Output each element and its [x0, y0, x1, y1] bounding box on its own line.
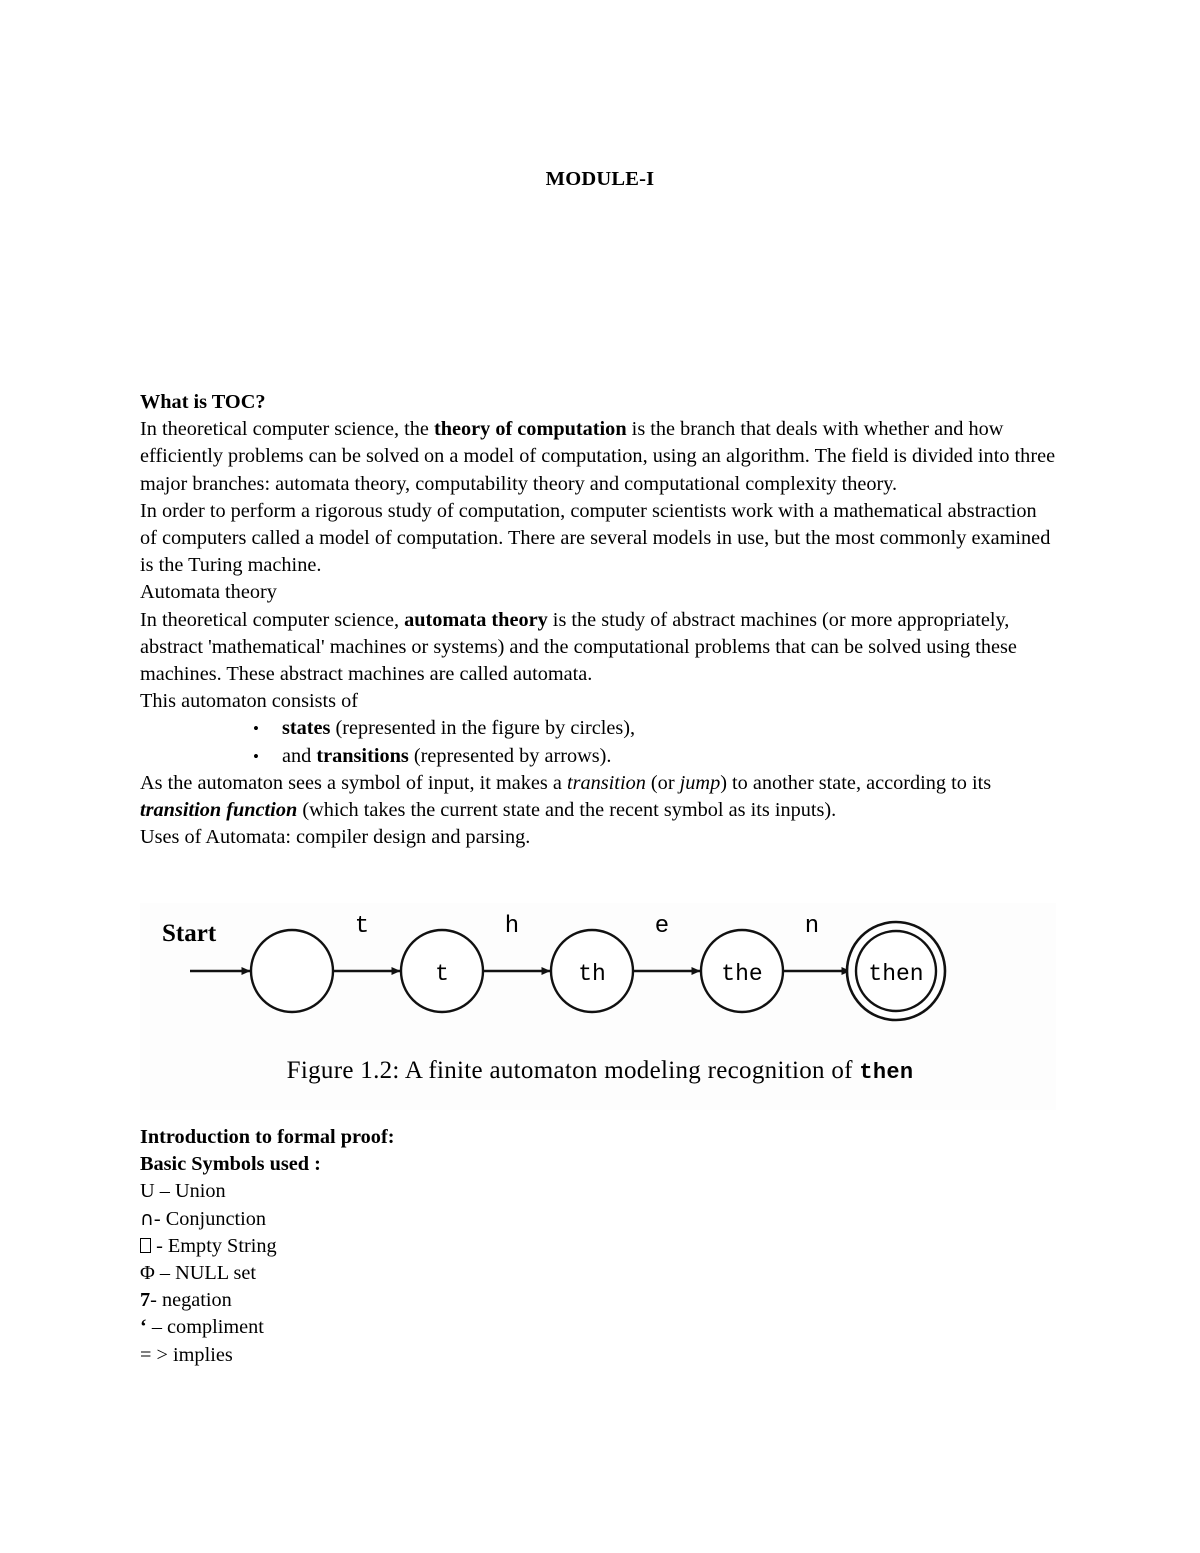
para3-bold-term: automata theory	[404, 608, 548, 631]
bullet-icon: •	[253, 719, 259, 739]
symbol-row-compliment: ‘ – compliment	[140, 1314, 840, 1341]
symbol-glyph-null-set: Φ	[140, 1262, 155, 1285]
automaton-parts-list: • states (represented in the figure by ci…	[140, 715, 1058, 769]
list-item: • and transitions (represented by arrows)…	[140, 743, 1058, 770]
trans-text-c: ) to another state, according to its	[720, 771, 992, 794]
symbol-row-null-set: Φ – NULL set	[140, 1260, 840, 1287]
figure-caption-text: Figure 1.2: A finite automaton modeling …	[286, 1057, 860, 1084]
paragraph-theory-of-computation: In theoretical computer science, the the…	[140, 416, 1058, 498]
heading-what-is-toc: What is TOC?	[140, 389, 1058, 416]
figure-caption: Figure 1.2: A finite automaton modeling …	[0, 1057, 1200, 1085]
paragraph-rigorous-study: In order to perform a rigorous study of …	[140, 499, 1051, 577]
trans-bolditalic-term: transition function	[140, 799, 298, 822]
start-label: Start	[162, 920, 217, 947]
figure-caption-word: then	[859, 1060, 914, 1085]
symbol-glyph-conjunction: ∩	[140, 1207, 154, 1230]
subheading-automata-theory: Automata theory	[140, 581, 277, 604]
symbol-row-implies: = > implies	[140, 1342, 840, 1369]
formal-proof-block: Introduction to formal proof: Basic Symb…	[140, 1124, 840, 1369]
trans-text-d: (which takes the current state and the r…	[297, 799, 837, 822]
state-label-3: the	[721, 961, 762, 987]
symbol-row-union: U – Union	[140, 1178, 840, 1205]
heading-basic-symbols: Basic Symbols used :	[140, 1153, 321, 1176]
bullet-icon: •	[253, 746, 259, 766]
state-label-4: then	[868, 961, 923, 987]
trans-italic-transition: transition	[566, 771, 646, 794]
bullet-1-bold: states	[282, 717, 331, 740]
state-circle-0	[249, 928, 335, 1014]
para1-text-a: In theoretical computer science, the	[140, 418, 434, 441]
transition-label-0: t	[355, 913, 369, 940]
trans-text-a: As the automaton sees a symbol of input,…	[140, 771, 567, 794]
bullet-2-rest: (represented by arrows).	[408, 744, 612, 767]
symbol-text-union: – Union	[154, 1180, 226, 1203]
list-item: • states (represented in the figure by ci…	[140, 715, 1058, 742]
symbol-text-conjunction: - Conjunction	[153, 1207, 267, 1230]
paragraph-consists-of: This automaton consists of	[140, 690, 359, 713]
transition-label-1: h	[505, 913, 519, 940]
state-label-2: th	[578, 961, 606, 987]
bullet-2-bold: transitions	[316, 744, 409, 767]
paragraph-uses-of-automata: Uses of Automata: compiler design and pa…	[140, 826, 531, 849]
transition-label-3: n	[805, 913, 819, 940]
symbol-row-conjunction: ∩- Conjunction	[140, 1206, 840, 1233]
trans-text-b: (or	[645, 771, 680, 794]
transition-label-2: e	[655, 913, 669, 940]
symbol-glyph-union: U	[140, 1180, 155, 1203]
para3-text-a: In theoretical computer science,	[140, 608, 405, 631]
symbol-text-implies: implies	[167, 1343, 233, 1366]
heading-formal-proof: Introduction to formal proof:	[140, 1126, 395, 1148]
symbol-glyph-missing-box-icon	[140, 1237, 151, 1253]
trans-italic-jump: jump	[679, 771, 721, 794]
symbol-text-null-set: – NULL set	[154, 1262, 257, 1285]
page-title: MODULE-I	[545, 168, 655, 190]
bullet-1-rest: (represented in the figure by circles),	[330, 717, 636, 740]
symbol-row-negation: 7- negation	[140, 1287, 840, 1314]
para1-bold-term: theory of computation	[433, 418, 627, 441]
body-text-block: What is TOC? In theoretical computer sci…	[140, 389, 1058, 851]
heading-what-is-toc-label: What is TOC?	[140, 391, 266, 413]
symbol-text-negation: - negation	[150, 1289, 232, 1312]
symbol-text-empty-string: - Empty String	[151, 1234, 277, 1257]
symbol-row-empty-string: - Empty String	[140, 1233, 840, 1260]
state-label-1: t	[435, 961, 449, 987]
bullet-2-prefix: and	[282, 744, 317, 767]
symbol-text-compliment: – compliment	[146, 1316, 264, 1339]
document-page: MODULE-I What is TOC? In theoretical com…	[0, 0, 1200, 1553]
symbol-glyph-compliment: ‘	[140, 1316, 147, 1339]
paragraph-automata-theory: In theoretical computer science, automat…	[140, 607, 1058, 689]
symbol-glyph-implies: = >	[140, 1343, 168, 1366]
paragraph-transition-function: As the automaton sees a symbol of input,…	[140, 770, 1058, 824]
symbol-glyph-negation: 7	[140, 1289, 151, 1312]
